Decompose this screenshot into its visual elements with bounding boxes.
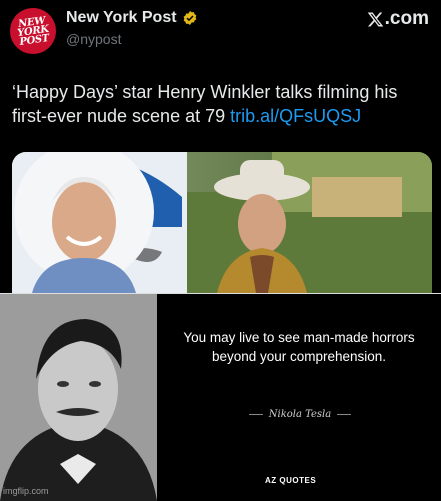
author-dash-right: [337, 414, 352, 415]
az-quotes-logo: AZ QUOTES: [265, 476, 317, 485]
verified-badge-icon: [183, 11, 196, 25]
new-york-post-avatar[interactable]: NEW YORK POST: [7, 5, 59, 57]
author-dash-left: [248, 414, 263, 415]
tweet-link[interactable]: trib.al/QFsUQSJ: [230, 106, 361, 126]
tweet-text: ‘Happy Days’ star Henry Winkler talks fi…: [12, 80, 432, 128]
author-name: Nikola Tesla: [268, 409, 332, 420]
tesla-portrait: [0, 294, 157, 501]
tweet-card: NEW YORK POST New York Post @nypost .com…: [0, 0, 441, 293]
tweet-photo-illustration: [12, 152, 432, 293]
imgflip-watermark: imgflip.com: [3, 486, 49, 496]
account-name[interactable]: New York Post: [66, 9, 198, 27]
x-brand-suffix: .com: [384, 8, 429, 29]
quote-author: Nikola Tesla: [200, 409, 400, 420]
tesla-portrait-illustration: [0, 294, 157, 501]
quote-panel: You may live to see man-made horrors bey…: [0, 293, 441, 501]
tweet-media-image[interactable]: [12, 152, 432, 293]
logo-line-3: POST: [18, 32, 50, 48]
display-name: New York Post: [66, 9, 177, 26]
quote-text: You may live to see man-made horrors bey…: [183, 330, 415, 364]
x-logo-icon: [367, 12, 383, 26]
account-handle[interactable]: @nypost: [66, 31, 121, 47]
x-com-brand[interactable]: .com: [367, 8, 429, 30]
